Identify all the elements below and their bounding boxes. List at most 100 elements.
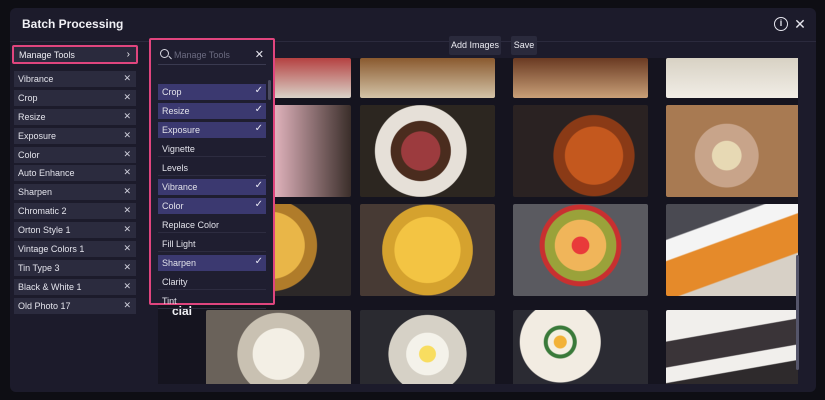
applied-tool-item: Color ✕ bbox=[14, 146, 136, 163]
tool-option[interactable]: Vibrance ✓ bbox=[158, 179, 266, 195]
remove-tool-icon[interactable]: ✕ bbox=[123, 73, 131, 84]
tool-option-label: Sharpen bbox=[162, 258, 197, 268]
tool-option-label: Fill Light bbox=[162, 239, 196, 249]
applied-tool-item: Auto Enhance ✕ bbox=[14, 165, 136, 182]
manage-tools-label: Manage Tools bbox=[19, 50, 75, 60]
remove-tool-icon[interactable]: ✕ bbox=[123, 262, 131, 273]
check-icon: ✓ bbox=[254, 104, 263, 115]
clear-search-icon[interactable]: ✕ bbox=[255, 48, 264, 61]
applied-tool-label: Black & White 1 bbox=[18, 281, 82, 292]
remove-tool-icon[interactable]: ✕ bbox=[123, 186, 131, 197]
tool-option[interactable]: Clarity bbox=[158, 274, 266, 290]
image-thumbnail[interactable] bbox=[666, 204, 798, 296]
tool-option-label: Vignette bbox=[162, 144, 195, 154]
applied-tool-item: Vibrance ✕ bbox=[14, 71, 136, 87]
applied-tool-item: Chromatic 2 ✕ bbox=[14, 203, 136, 220]
applied-tool-item: Resize ✕ bbox=[14, 108, 136, 125]
close-icon[interactable]: ✕ bbox=[793, 17, 807, 31]
check-icon: ✓ bbox=[254, 256, 263, 267]
applied-tool-item: Tin Type 3 ✕ bbox=[14, 259, 136, 276]
remove-tool-icon[interactable]: ✕ bbox=[123, 205, 131, 216]
tool-option[interactable]: Replace Color bbox=[158, 217, 266, 233]
tool-option-label: Tint bbox=[162, 296, 177, 306]
remove-tool-icon[interactable]: ✕ bbox=[123, 111, 131, 122]
applied-tool-label: Old Photo 17 bbox=[18, 300, 71, 311]
grid-scrollbar[interactable] bbox=[796, 255, 799, 370]
remove-tool-icon[interactable]: ✕ bbox=[123, 281, 131, 292]
applied-tool-item: Crop ✕ bbox=[14, 89, 136, 106]
remove-tool-icon[interactable]: ✕ bbox=[123, 130, 131, 141]
tool-option-label: Color bbox=[162, 201, 184, 211]
image-thumbnail[interactable] bbox=[513, 310, 648, 384]
applied-tool-item: Exposure ✕ bbox=[14, 127, 136, 144]
search-icon bbox=[160, 49, 169, 58]
applied-tool-item: Sharpen ✕ bbox=[14, 184, 136, 201]
applied-tool-item: Old Photo 17 ✕ bbox=[14, 297, 136, 314]
applied-tool-label: Vintage Colors 1 bbox=[18, 244, 85, 255]
tool-option[interactable]: Sharpen ✓ bbox=[158, 255, 266, 271]
applied-tool-label: Tin Type 3 bbox=[18, 262, 60, 273]
applied-tool-label: Orton Style 1 bbox=[18, 225, 71, 236]
remove-tool-icon[interactable]: ✕ bbox=[123, 300, 131, 311]
window-title: Batch Processing bbox=[22, 17, 124, 31]
tool-option-label: Clarity bbox=[162, 277, 188, 287]
manage-tools-dropdown: ✕ Crop ✓ Resize ✓ Exposure ✓ Vignette Levels Vib… bbox=[149, 38, 275, 309]
tool-option[interactable]: Crop ✓ bbox=[158, 84, 266, 100]
tool-option-label: Resize bbox=[162, 106, 190, 116]
save-button[interactable]: Save bbox=[511, 36, 537, 55]
applied-tools-list: Vibrance ✕ Crop ✕ Resize ✕ Exposure ✕ Color ✕ Auto… bbox=[14, 71, 136, 317]
tool-option[interactable]: Color ✓ bbox=[158, 198, 266, 214]
tool-option-label: Replace Color bbox=[162, 220, 220, 230]
applied-tool-label: Auto Enhance bbox=[18, 168, 75, 179]
remove-tool-icon[interactable]: ✕ bbox=[123, 243, 131, 254]
image-thumbnail[interactable] bbox=[360, 204, 495, 296]
applied-tool-label: Resize bbox=[18, 111, 46, 122]
applied-tool-item: Orton Style 1 ✕ bbox=[14, 222, 136, 239]
image-thumbnail[interactable] bbox=[666, 310, 798, 384]
tool-search-field: ✕ bbox=[158, 48, 266, 65]
applied-tool-label: Color bbox=[18, 149, 40, 160]
image-thumbnail[interactable] bbox=[206, 310, 351, 384]
applied-tool-label: Chromatic 2 bbox=[18, 206, 67, 217]
dropdown-scrollbar[interactable] bbox=[268, 80, 271, 100]
image-thumbnail[interactable] bbox=[666, 58, 798, 98]
image-thumbnail[interactable] bbox=[360, 105, 495, 197]
check-icon: ✓ bbox=[254, 85, 263, 96]
manage-tools-button[interactable]: Manage Tools › bbox=[12, 45, 138, 64]
tool-option[interactable]: Exposure ✓ bbox=[158, 122, 266, 138]
tool-option[interactable]: Levels bbox=[158, 160, 266, 176]
tool-option[interactable]: Tint bbox=[158, 293, 266, 309]
applied-tool-label: Vibrance bbox=[18, 74, 54, 84]
image-thumbnail[interactable] bbox=[513, 58, 648, 98]
chevron-right-icon: › bbox=[126, 49, 130, 60]
remove-tool-icon[interactable]: ✕ bbox=[123, 224, 131, 235]
info-icon[interactable]: i bbox=[774, 17, 788, 31]
remove-tool-icon[interactable]: ✕ bbox=[123, 167, 131, 178]
add-images-button[interactable]: Add Images bbox=[449, 36, 501, 55]
applied-tool-label: Sharpen bbox=[18, 187, 53, 198]
tool-option-label: Crop bbox=[162, 87, 182, 97]
check-icon: ✓ bbox=[254, 199, 263, 210]
image-thumbnail[interactable] bbox=[360, 58, 495, 98]
tool-option-label: Vibrance bbox=[162, 182, 198, 192]
tool-option-label: Exposure bbox=[162, 125, 201, 135]
remove-tool-icon[interactable]: ✕ bbox=[123, 149, 131, 160]
image-thumbnail[interactable] bbox=[513, 204, 648, 296]
image-thumbnail[interactable] bbox=[513, 105, 648, 197]
applied-tool-label: Exposure bbox=[18, 130, 57, 141]
check-icon: ✓ bbox=[254, 180, 263, 191]
image-thumbnail[interactable] bbox=[360, 310, 495, 384]
applied-tool-item: Vintage Colors 1 ✕ bbox=[14, 241, 136, 258]
tool-option[interactable]: Vignette bbox=[158, 141, 266, 157]
image-thumbnail[interactable] bbox=[666, 105, 798, 197]
applied-tool-label: Crop bbox=[18, 92, 38, 103]
title-bar: Batch Processing i ✕ bbox=[10, 8, 816, 42]
tool-option-label: Levels bbox=[162, 163, 189, 173]
tool-search-input[interactable] bbox=[174, 48, 250, 62]
tool-option[interactable]: Resize ✓ bbox=[158, 103, 266, 119]
tool-options-list: Crop ✓ Resize ✓ Exposure ✓ Vignette Levels Vibra… bbox=[158, 84, 266, 312]
check-icon: ✓ bbox=[254, 123, 263, 134]
tool-option[interactable]: Fill Light bbox=[158, 236, 266, 252]
applied-tool-item: Black & White 1 ✕ bbox=[14, 278, 136, 295]
remove-tool-icon[interactable]: ✕ bbox=[123, 92, 131, 103]
